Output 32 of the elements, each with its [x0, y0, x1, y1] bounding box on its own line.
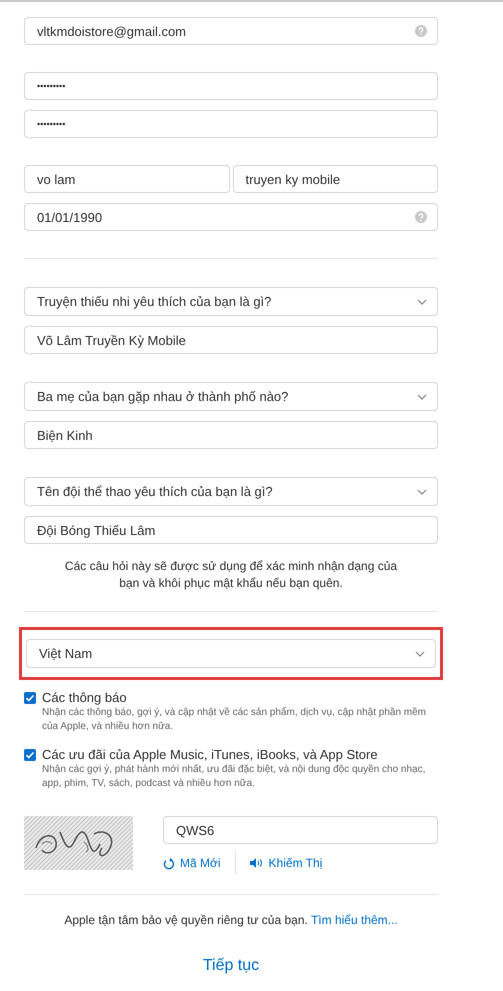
refresh-link[interactable]: Mã Mới — [163, 856, 221, 870]
audio-link[interactable]: Khiếm Thị — [250, 856, 322, 870]
chevron-icon — [417, 394, 427, 400]
input-field[interactable]: truyen ky mobile — [232, 165, 438, 193]
learn-more-link[interactable]: Tìm hiểu thêm... — [310, 913, 398, 927]
password-field[interactable]: ••••••••• — [24, 72, 438, 100]
subscription-title: Các thông báo — [42, 690, 128, 705]
privacy-text: Apple tận tâm bảo vệ quyền riêng tư của bạn. Tìm hiểu thêm... — [63, 913, 399, 927]
dropdown[interactable]: Truyện thiếu nhi yêu thích của bạn là gì? — [24, 287, 438, 316]
continue-button[interactable]: Tiếp tục — [202, 957, 260, 975]
checkbox[interactable] — [24, 692, 36, 704]
speaker-icon — [250, 858, 264, 868]
subscription-title: Các ưu đãi của Apple Music, iTunes, iBooks, và App Store — [42, 747, 379, 762]
input-field[interactable]: QWS6 — [163, 816, 438, 844]
input-field[interactable]: Võ Lâm Truyền Kỳ Mobile — [24, 326, 438, 354]
chevron-icon — [415, 650, 425, 656]
input-field[interactable]: vltkmdoistore@gmail.com — [24, 17, 438, 45]
password-field[interactable]: ••••••••• — [24, 110, 438, 138]
input-field[interactable]: Biện Kinh — [24, 421, 438, 449]
dropdown[interactable]: Ba mẹ của bạn gặp nhau ở thành phố nào? — [24, 382, 438, 411]
subscription-description: Nhận các thông báo, gợi ý, và cập nhật về các sản phẩm, dịch vụ, cập nhật phần mềm của Apple, và nhiều hơn nữa. — [42, 706, 428, 734]
dropdown[interactable]: Việt Nam — [26, 639, 436, 668]
chevron-icon — [417, 298, 427, 304]
checkbox[interactable] — [24, 749, 36, 761]
chevron-icon — [417, 488, 427, 494]
refresh-icon — [163, 856, 175, 870]
subscription-description: Nhận các gợi ý, phát hành mới nhất, ưu đãi đặc biệt, và nội dung độc quyền cho nhạc, app, phim, TV, sách, podcast và nhiều hơn nữa. — [42, 763, 426, 791]
dropdown[interactable]: Tên đội thể thao yêu thích của bạn là gì? — [24, 477, 438, 506]
input-field[interactable]: 01/01/1990 — [24, 203, 438, 231]
input-field[interactable]: Đội Bóng Thiếu Lâm — [24, 516, 438, 544]
security-note: Các câu hỏi này sẽ được sử dụng để xác minh nhận dạng của bạn và khôi phục mật khẩu nếu bạn quên. — [64, 558, 398, 592]
input-field[interactable]: vo lam — [24, 165, 230, 193]
